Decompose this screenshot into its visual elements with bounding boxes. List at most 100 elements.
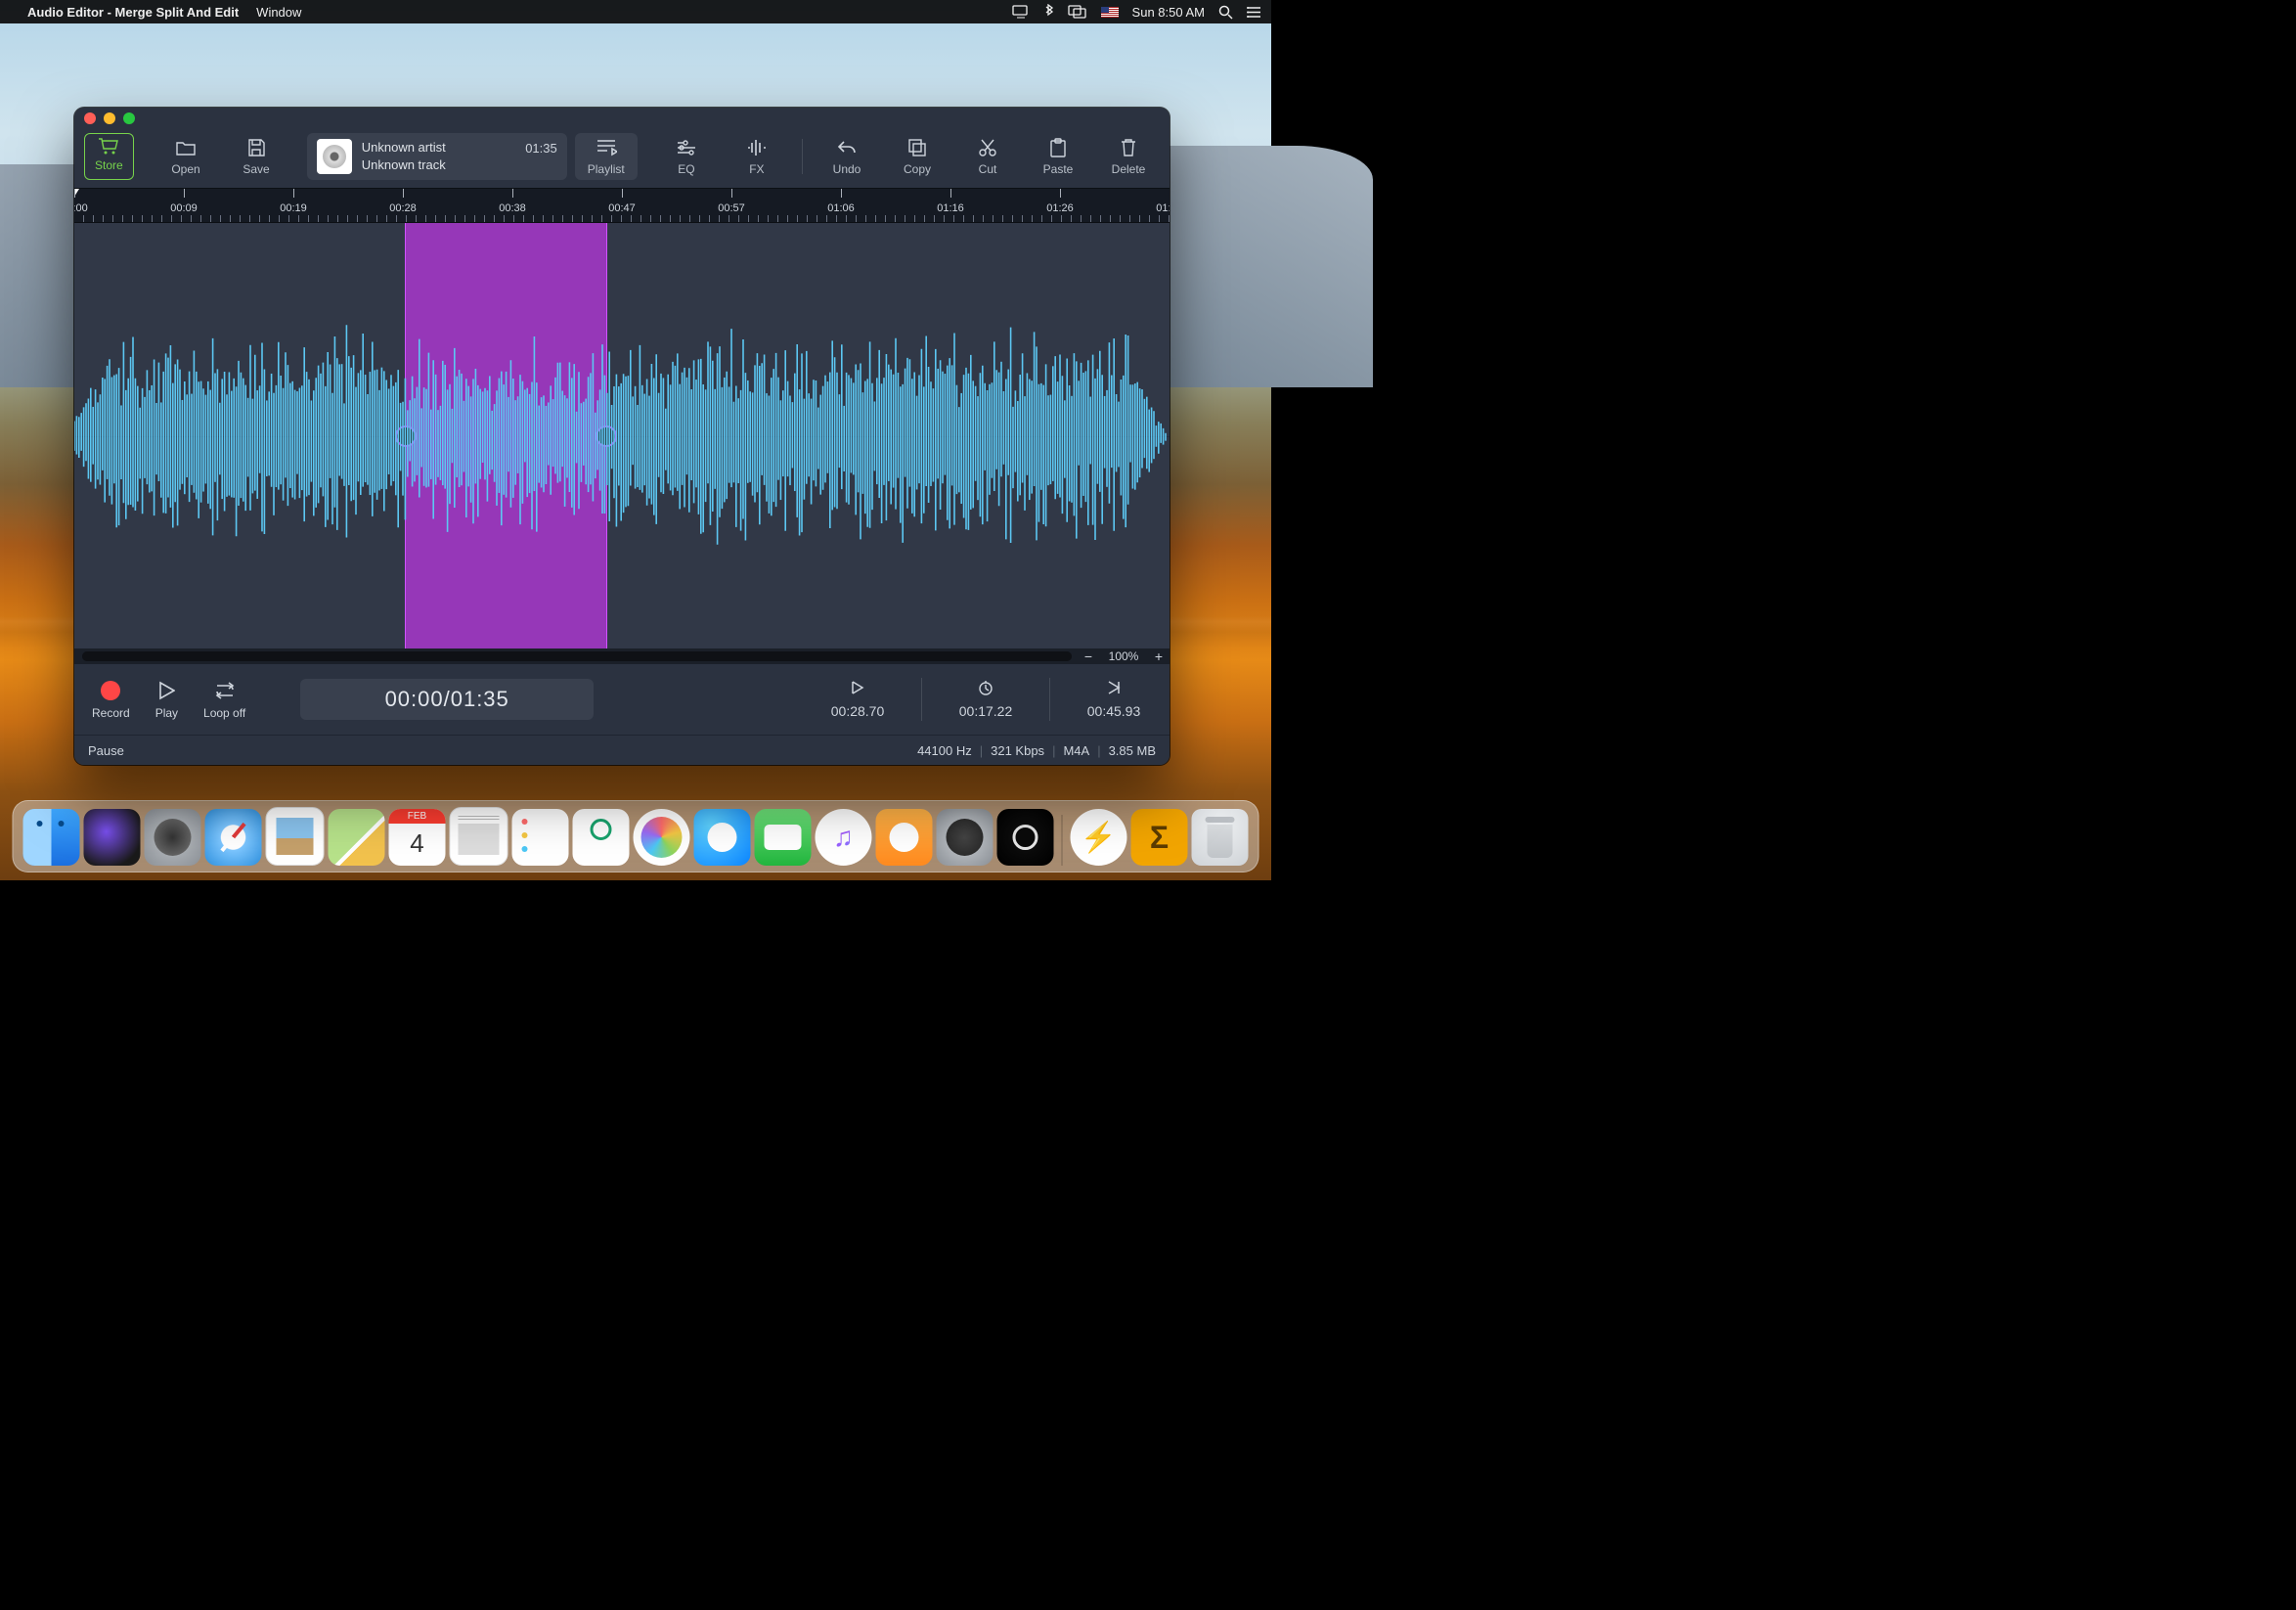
trash-icon: [1120, 137, 1137, 158]
input-source-flag-icon[interactable]: [1101, 7, 1119, 18]
dock-app-launchpad[interactable]: [145, 809, 201, 866]
audio-editor-window: Store Open Save Unknown artist Unknown t…: [74, 108, 1170, 765]
playlist-icon: [596, 137, 617, 158]
paste-label: Paste: [1043, 162, 1074, 176]
undo-label: Undo: [833, 162, 861, 176]
equalizer-icon: [676, 137, 697, 158]
selection-end-icon: [1107, 680, 1121, 697]
dock-app-ibooks-store[interactable]: [573, 809, 630, 866]
playback-state: Pause: [88, 743, 124, 758]
fx-button[interactable]: FX: [726, 133, 788, 180]
dock-app-finder[interactable]: [23, 809, 80, 866]
horizontal-scroll: − 100% +: [74, 648, 1170, 664]
menu-window[interactable]: Window: [256, 5, 301, 20]
selection-start-icon: [851, 680, 864, 697]
ruler-tick-label: 00:28: [389, 202, 417, 214]
window-minimize-button[interactable]: [104, 112, 115, 124]
waveform: [74, 309, 1170, 563]
save-button[interactable]: Save: [225, 133, 287, 180]
dock-app-calendar[interactable]: [389, 809, 446, 866]
eq-button[interactable]: EQ: [655, 133, 718, 180]
dock-app-messages[interactable]: [694, 809, 751, 866]
delete-label: Delete: [1112, 162, 1146, 176]
eq-label: EQ: [678, 162, 694, 176]
dock-app-notes[interactable]: [450, 807, 508, 866]
play-label: Play: [155, 706, 178, 720]
window-zoom-button[interactable]: [123, 112, 135, 124]
save-icon: [246, 137, 266, 158]
zoom-level: 100%: [1099, 649, 1148, 663]
dock-app-reminders[interactable]: [512, 809, 569, 866]
store-button[interactable]: Store: [84, 133, 134, 180]
delete-button[interactable]: Delete: [1097, 133, 1160, 180]
dock-app-ibooks[interactable]: [876, 809, 933, 866]
open-label: Open: [171, 162, 199, 176]
time-display: 00:00/01:35: [300, 679, 594, 720]
copy-button[interactable]: Copy: [886, 133, 949, 180]
paste-button[interactable]: Paste: [1027, 133, 1089, 180]
window-titlebar[interactable]: [74, 108, 1170, 129]
ruler-tick-label: 00:57: [718, 202, 745, 214]
ruler-tick-label: 00:38: [499, 202, 526, 214]
fx-icon: [746, 137, 768, 158]
sample-rate: 44100 Hz: [917, 743, 972, 758]
undo-button[interactable]: Undo: [816, 133, 878, 180]
dock-app-facetime[interactable]: [755, 809, 812, 866]
notification-center-icon[interactable]: [1247, 6, 1261, 19]
cut-icon: [978, 137, 997, 158]
loop-icon: [213, 679, 237, 702]
ruler-tick-label: 00:00: [74, 202, 88, 214]
track-artist: Unknown artist: [362, 139, 446, 157]
display-menu-icon[interactable]: [1012, 5, 1030, 19]
menu-clock[interactable]: Sun 8:50 AM: [1132, 5, 1205, 20]
window-close-button[interactable]: [84, 112, 96, 124]
save-label: Save: [243, 162, 269, 176]
dock-app-itunes[interactable]: [816, 809, 872, 866]
copy-label: Copy: [904, 162, 931, 176]
play-icon: [157, 679, 175, 702]
zoom-in-button[interactable]: +: [1148, 648, 1170, 664]
open-button[interactable]: Open: [155, 133, 217, 180]
ruler-tick-label: 01:26: [1046, 202, 1074, 214]
dock-app-preferences[interactable]: [937, 809, 993, 866]
transport-bar: Record Play Loop off 00:00/01:35 00:28.7…: [74, 664, 1170, 735]
system-menu-bar: Audio Editor - Merge Split And Edit Wind…: [0, 0, 1271, 23]
dock-app-photos2[interactable]: [634, 809, 690, 866]
waveform-canvas[interactable]: [74, 223, 1170, 648]
undo-icon: [836, 137, 858, 158]
store-label: Store: [95, 158, 123, 172]
dock-app-safari[interactable]: [205, 809, 262, 866]
ruler-tick-label: 00:09: [170, 202, 198, 214]
cut-button[interactable]: Cut: [956, 133, 1019, 180]
dock-app-thunderbolt[interactable]: [1071, 809, 1127, 866]
dock-app-maps[interactable]: [329, 809, 385, 866]
dock-app-djay[interactable]: [997, 809, 1054, 866]
dock-app-sigma[interactable]: [1131, 809, 1188, 866]
audio-format: M4A: [1063, 743, 1089, 758]
dock-app-trash[interactable]: [1192, 809, 1249, 866]
dock-app-photos[interactable]: [266, 807, 325, 866]
app-toolbar: Store Open Save Unknown artist Unknown t…: [74, 129, 1170, 188]
album-art-icon: [317, 139, 352, 174]
selection-duration-value: 00:17.22: [959, 703, 1013, 719]
spotlight-search-icon[interactable]: [1218, 5, 1233, 20]
playlist-button[interactable]: Playlist: [575, 133, 638, 180]
loop-button[interactable]: Loop off: [203, 679, 245, 720]
paste-icon: [1048, 137, 1068, 158]
ruler-tick-label: 00:47: [608, 202, 636, 214]
bitrate: 321 Kbps: [991, 743, 1044, 758]
record-button[interactable]: Record: [92, 679, 130, 720]
record-icon: [101, 681, 120, 700]
scrollbar-track[interactable]: [82, 651, 1072, 661]
fx-label: FX: [749, 162, 764, 176]
zoom-out-button[interactable]: −: [1078, 648, 1099, 664]
track-duration: 01:35: [525, 139, 557, 156]
record-label: Record: [92, 706, 130, 720]
time-ruler[interactable]: 00:0000:0900:1900:2800:3800:4700:5701:06…: [74, 188, 1170, 223]
play-button[interactable]: Play: [155, 679, 178, 720]
app-name[interactable]: Audio Editor - Merge Split And Edit: [27, 5, 239, 20]
dock-app-siri[interactable]: [84, 809, 141, 866]
airplay-menu-icon[interactable]: [1068, 5, 1087, 19]
bluetooth-menu-icon[interactable]: [1043, 4, 1054, 20]
dock-separator: [1062, 815, 1063, 866]
